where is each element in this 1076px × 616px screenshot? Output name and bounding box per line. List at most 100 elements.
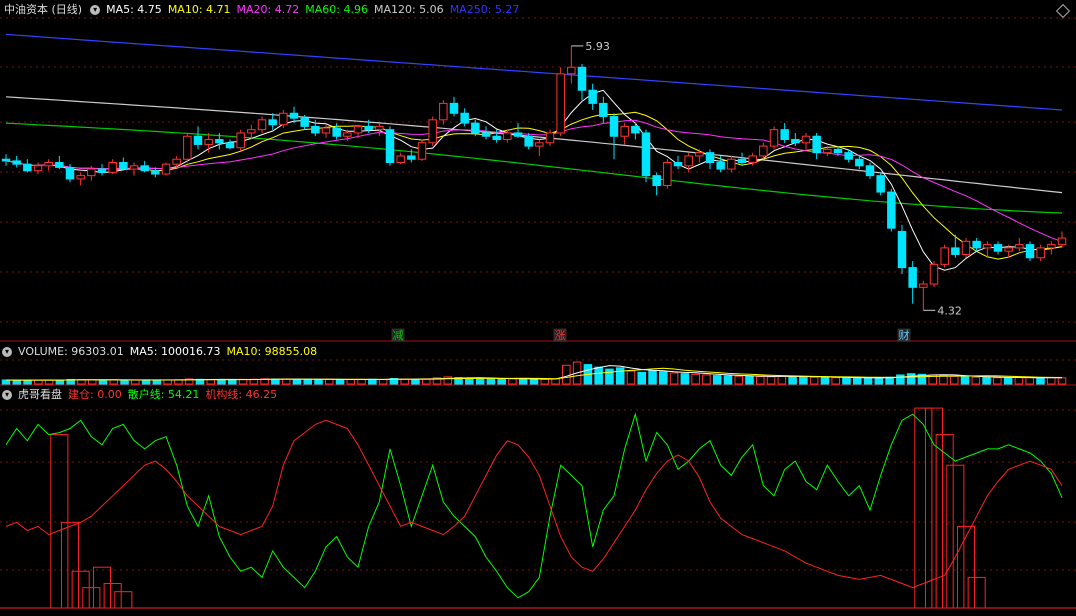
candle-body — [641, 132, 651, 177]
volume-bar — [1036, 377, 1045, 385]
volume-bar — [734, 375, 744, 385]
candle-body — [524, 135, 533, 147]
candle-body — [599, 102, 608, 118]
volume-bar — [788, 375, 797, 385]
candle-body — [332, 127, 341, 137]
volume-bar — [1, 379, 11, 385]
volume-bar — [1003, 377, 1013, 385]
volume-panel: ▾ VOLUME: 96303.01 MA5: 100016.73 MA10: 988… — [0, 342, 1076, 386]
volume-bar — [874, 377, 884, 385]
volume-ma5: MA5: 100016.73 — [129, 345, 221, 358]
candle-body — [140, 165, 149, 172]
candle-body — [33, 165, 43, 172]
volume-bar — [163, 379, 172, 385]
candle-body — [481, 132, 491, 137]
volume-bar — [605, 368, 614, 385]
volume-title: VOLUME: 96303.01 — [18, 345, 124, 358]
candle-body — [663, 162, 672, 186]
candle-body — [801, 135, 811, 144]
candle-body — [620, 125, 629, 137]
volume-settings-icon[interactable]: ▾ — [2, 347, 12, 357]
candle-body — [1047, 244, 1056, 249]
volume-bar — [475, 378, 485, 385]
candle-body — [855, 158, 864, 167]
position-bar — [956, 525, 976, 609]
volume-bar — [518, 378, 528, 385]
volume-bar — [120, 379, 129, 385]
volume-bar — [303, 378, 312, 385]
volume-bar — [12, 379, 22, 385]
volume-bar — [368, 378, 377, 385]
volume-bar — [831, 377, 840, 385]
price-header: 中油资本 (日线) ▾ MA5: 4.75 MA10: 4.71 MA20: 4.72 M… — [0, 2, 525, 18]
candle-body — [364, 125, 373, 131]
volume-bar — [669, 372, 679, 385]
price-settings-icon[interactable]: ▾ — [90, 5, 101, 15]
candle-body — [396, 155, 405, 164]
candle-body — [23, 163, 32, 172]
candle-body — [503, 132, 512, 141]
candle-body — [695, 152, 704, 157]
candle-body — [951, 247, 960, 255]
candle-body — [684, 155, 693, 167]
candle-body — [609, 116, 619, 137]
candle-body — [887, 191, 896, 229]
candle-body — [748, 155, 757, 164]
candle-body — [791, 139, 800, 144]
volume-bar — [863, 377, 873, 385]
stock-name: 中油资本 (日线) — [4, 3, 83, 16]
volume-bar — [809, 376, 819, 385]
price-chart[interactable]: 5.93 4.32 减 涨 财 — [0, 0, 1076, 342]
candle-body — [247, 129, 256, 134]
volume-bar — [626, 370, 636, 385]
volume-bar — [594, 366, 603, 385]
low-label: 4.32 — [937, 304, 962, 317]
candle-body — [97, 168, 107, 173]
volume-bar — [702, 374, 711, 385]
position-bar — [60, 521, 80, 609]
volume-bar — [109, 379, 119, 385]
volume-bar — [228, 379, 237, 385]
volume-bar — [378, 378, 388, 385]
volume-ma10: MA10: 98855.08 — [226, 345, 318, 358]
candle-body — [55, 162, 64, 168]
volume-bar — [335, 378, 345, 385]
position-bar — [50, 434, 69, 609]
event-marker: 涨 — [555, 329, 566, 342]
candle-body — [172, 158, 181, 165]
volume-bar — [98, 379, 108, 385]
indicator-chart[interactable] — [0, 386, 1076, 616]
candle-body — [471, 122, 480, 134]
candle-body — [343, 132, 352, 137]
candle-body — [737, 158, 747, 164]
candle-body — [279, 112, 288, 126]
candle-body — [769, 129, 779, 147]
volume-bar — [411, 378, 420, 385]
candle-body — [705, 152, 715, 164]
volume-bar — [87, 379, 97, 385]
price-panel: 中油资本 (日线) ▾ MA5: 4.75 MA10: 4.71 MA20: 4.72 M… — [0, 0, 1076, 342]
position-bar — [914, 407, 933, 609]
candle-body — [129, 165, 139, 170]
indicator-settings-icon[interactable]: ▾ — [2, 390, 12, 400]
volume-bar — [756, 376, 765, 385]
candle-body — [833, 148, 843, 154]
candle-body — [780, 129, 789, 141]
volume-bar — [324, 378, 334, 385]
candle-body — [1025, 244, 1035, 259]
candle-body — [44, 162, 53, 167]
candle-body — [193, 135, 203, 145]
candle-body — [161, 163, 171, 175]
candle-body — [865, 165, 875, 177]
volume-bar — [465, 377, 474, 385]
candle-body — [12, 160, 21, 165]
candle-body — [983, 244, 992, 249]
candle-body — [631, 125, 640, 134]
candle-body — [567, 66, 576, 75]
volume-bar — [691, 373, 700, 385]
volume-header: ▾ VOLUME: 96303.01 MA5: 100016.73 MA10: 988… — [0, 344, 323, 360]
candle-body — [225, 142, 235, 149]
volume-bar — [292, 378, 302, 385]
volume-bar — [993, 377, 1002, 385]
candle-body — [897, 230, 907, 269]
